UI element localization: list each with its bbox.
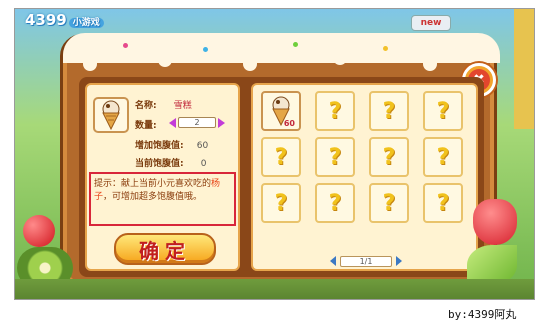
icing-drip bbox=[423, 51, 437, 71]
item-name-value: 雪糕 bbox=[173, 101, 192, 111]
inventory-slot-empty[interactable]: ? bbox=[315, 91, 355, 131]
item-name-row: 名称: 雪糕 bbox=[135, 101, 192, 111]
inventory-grid: 60 ? ? ? ? ? ? ? ? ? ? ? bbox=[261, 91, 463, 223]
cherry-decoration bbox=[23, 215, 55, 247]
inventory-slot-empty[interactable]: ? bbox=[423, 137, 463, 177]
inventory-slot-empty[interactable]: ? bbox=[369, 91, 409, 131]
credit-text: by:4399阿丸 bbox=[448, 308, 517, 321]
feed-dialog: ✖ 名称: 雪糕 数量: bbox=[60, 33, 500, 289]
icing-drip bbox=[158, 51, 172, 67]
inventory-panel: 60 ? ? ? ? ? ? ? ? ? ? ? 1/1 bbox=[251, 83, 478, 271]
confirm-button[interactable]: 确定 bbox=[114, 233, 216, 265]
game-screen: 4399小游戏 new ✖ bbox=[14, 8, 535, 300]
sprinkle bbox=[203, 47, 208, 52]
next-page-button[interactable] bbox=[396, 256, 402, 266]
quantity-label: 数量: bbox=[135, 121, 157, 131]
icing-drip bbox=[333, 51, 347, 65]
strawberry-decoration bbox=[473, 199, 517, 245]
dialog-body: 名称: 雪糕 数量: 2 增加饱腹值: 60 当前饱腹值: 0 提示：献上当前小… bbox=[79, 77, 484, 277]
inventory-slot-empty[interactable]: ? bbox=[423, 91, 463, 131]
current-fullness-value: 0 bbox=[200, 159, 207, 169]
increase-fullness-value: 60 bbox=[196, 141, 209, 151]
ground-strip bbox=[15, 279, 534, 299]
background-tower bbox=[514, 9, 534, 129]
game-logo: 4399 小游戏 bbox=[25, 11, 104, 29]
inventory-slot-empty[interactable]: ? bbox=[369, 183, 409, 223]
sprinkle bbox=[293, 42, 298, 47]
new-badge: new bbox=[411, 15, 451, 31]
quantity-decrease-button[interactable] bbox=[169, 117, 176, 128]
ice-cream-cone-icon bbox=[93, 97, 129, 133]
inventory-slot-ice-cream[interactable]: 60 bbox=[261, 91, 301, 131]
sprinkle bbox=[123, 43, 128, 48]
pagination: 1/1 bbox=[317, 255, 415, 267]
inventory-slot-empty[interactable]: ? bbox=[369, 137, 409, 177]
prev-page-button[interactable] bbox=[330, 256, 336, 266]
quantity-increase-button[interactable] bbox=[218, 117, 225, 128]
quantity-field[interactable]: 2 bbox=[178, 117, 216, 128]
tip-text: 提示：献上当前小元喜欢吃的杨子，可增加超多饱腹值哦。 bbox=[89, 172, 236, 226]
item-detail-card: 名称: 雪糕 数量: 2 增加饱腹值: 60 当前饱腹值: 0 提示：献上当前小… bbox=[85, 83, 240, 271]
inventory-slot-empty[interactable]: ? bbox=[315, 137, 355, 177]
inventory-slot-empty[interactable]: ? bbox=[315, 183, 355, 223]
inventory-slot-empty[interactable]: ? bbox=[261, 137, 301, 177]
inventory-slot-empty[interactable]: ? bbox=[261, 183, 301, 223]
current-fullness-row: 当前饱腹值: 0 bbox=[135, 159, 207, 169]
icing-drip bbox=[243, 51, 257, 71]
inventory-slot-empty[interactable]: ? bbox=[423, 183, 463, 223]
slot-count: 60 bbox=[283, 119, 295, 128]
sprinkle bbox=[383, 46, 388, 51]
page-indicator: 1/1 bbox=[340, 255, 392, 267]
quantity-stepper: 2 bbox=[169, 116, 225, 129]
icing-drip bbox=[83, 51, 97, 71]
increase-fullness-row: 增加饱腹值: 60 bbox=[135, 141, 209, 151]
